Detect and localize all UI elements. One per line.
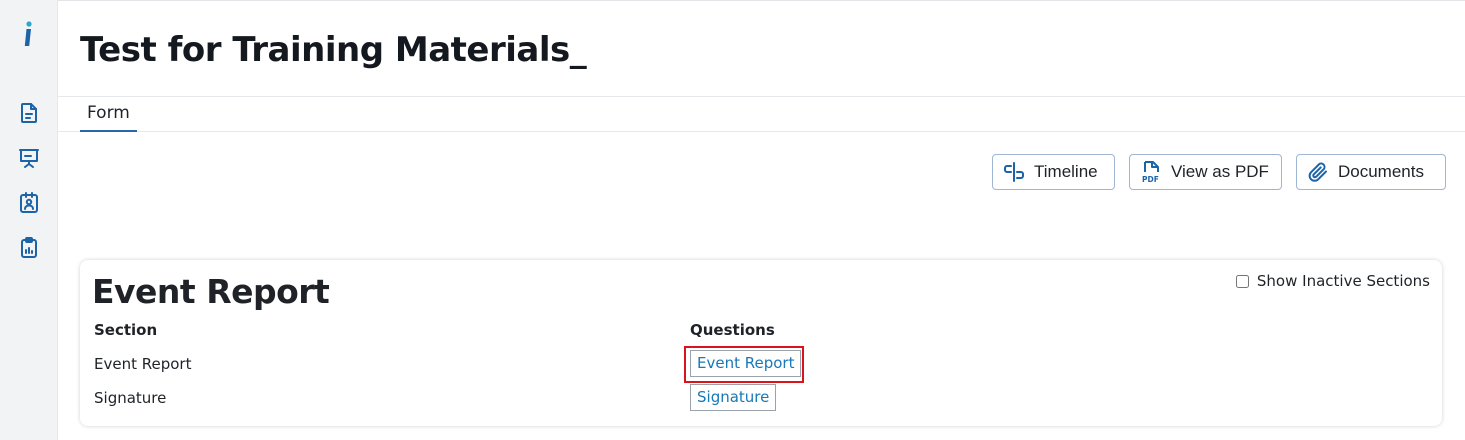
pdf-file-icon: PDF <box>1142 161 1159 184</box>
documents-button[interactable]: Documents <box>1296 154 1446 190</box>
questions-column-header: Questions <box>690 321 775 339</box>
svg-text:PDF: PDF <box>1142 175 1159 184</box>
view-as-pdf-button[interactable]: PDF View as PDF <box>1129 154 1282 190</box>
sidebar <box>0 0 58 440</box>
document-icon[interactable] <box>17 101 41 125</box>
section-cell: Signature <box>94 389 167 407</box>
tab-bar: Form <box>58 96 1465 132</box>
clipboard-chart-icon[interactable] <box>17 236 41 260</box>
id-card-icon[interactable] <box>17 191 41 215</box>
timeline-icon <box>1004 162 1024 182</box>
timeline-label: Timeline <box>1034 162 1098 181</box>
show-inactive-label: Show Inactive Sections <box>1256 272 1430 290</box>
page-title: Test for Training Materials_ <box>80 30 587 70</box>
section-column-header: Section <box>94 321 158 339</box>
question-link-signature[interactable]: Signature <box>690 384 777 411</box>
view-as-pdf-label: View as PDF <box>1171 162 1269 181</box>
section-cell: Event Report <box>94 355 192 373</box>
selection-highlight <box>684 346 804 383</box>
timeline-button[interactable]: Timeline <box>992 154 1115 190</box>
show-inactive-sections[interactable]: Show Inactive Sections <box>1235 272 1430 290</box>
presentation-icon[interactable] <box>17 146 41 170</box>
tab-form[interactable]: Form <box>80 97 137 132</box>
brand-i-icon[interactable] <box>20 20 36 50</box>
card-title: Event Report <box>92 272 330 311</box>
main-content: Test for Training Materials_ Form Timeli… <box>58 0 1465 440</box>
show-inactive-checkbox[interactable] <box>1235 274 1249 288</box>
documents-label: Documents <box>1338 162 1424 181</box>
event-report-card: Event Report Show Inactive Sections Sect… <box>80 260 1442 426</box>
paperclip-icon <box>1308 162 1327 182</box>
